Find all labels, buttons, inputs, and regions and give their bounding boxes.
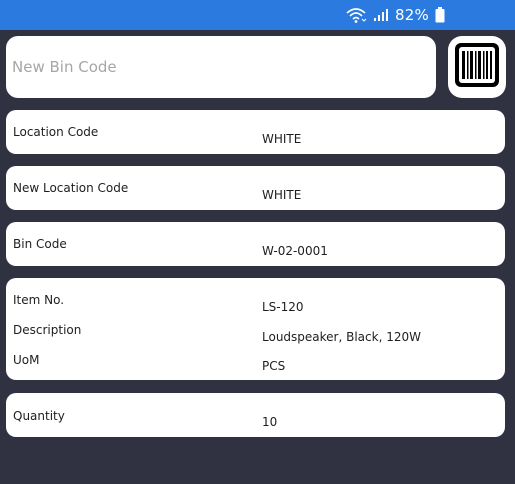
bin-code-card: Bin Code W-02-0001: [6, 222, 505, 266]
location-code-card: Location Code WHITE: [6, 110, 505, 154]
battery-icon: [435, 7, 445, 23]
item-no-label: Item No.: [13, 293, 65, 307]
wifi-icon: [345, 7, 367, 23]
battery-percent: 82%: [395, 6, 429, 24]
description-label: Description: [13, 323, 82, 337]
item-details-card: Item No. LS-120 Description Loudspeaker,…: [6, 278, 505, 380]
bin-code-value: W-02-0001: [262, 244, 328, 258]
description-value: Loudspeaker, Black, 120W: [262, 330, 421, 344]
item-no-value: LS-120: [262, 300, 304, 314]
bin-code-label: Bin Code: [13, 237, 67, 251]
new-location-code-value: WHITE: [262, 188, 302, 202]
signal-icon: [373, 8, 389, 22]
quantity-card: Quantity 10: [6, 393, 505, 437]
status-bar: 82%: [0, 0, 515, 30]
location-code-value: WHITE: [262, 132, 302, 146]
uom-value: PCS: [262, 359, 286, 373]
barcode-scan-button[interactable]: [448, 36, 506, 98]
quantity-value: 10: [262, 415, 278, 429]
new-bin-code-input[interactable]: [6, 36, 436, 98]
uom-label: UoM: [13, 353, 40, 367]
status-icons: 82%: [345, 6, 445, 24]
barcode-icon: [455, 43, 499, 91]
new-location-code-card: New Location Code WHITE: [6, 166, 505, 210]
quantity-label: Quantity: [13, 409, 65, 423]
new-location-code-label: New Location Code: [13, 181, 129, 195]
location-code-label: Location Code: [13, 125, 99, 139]
